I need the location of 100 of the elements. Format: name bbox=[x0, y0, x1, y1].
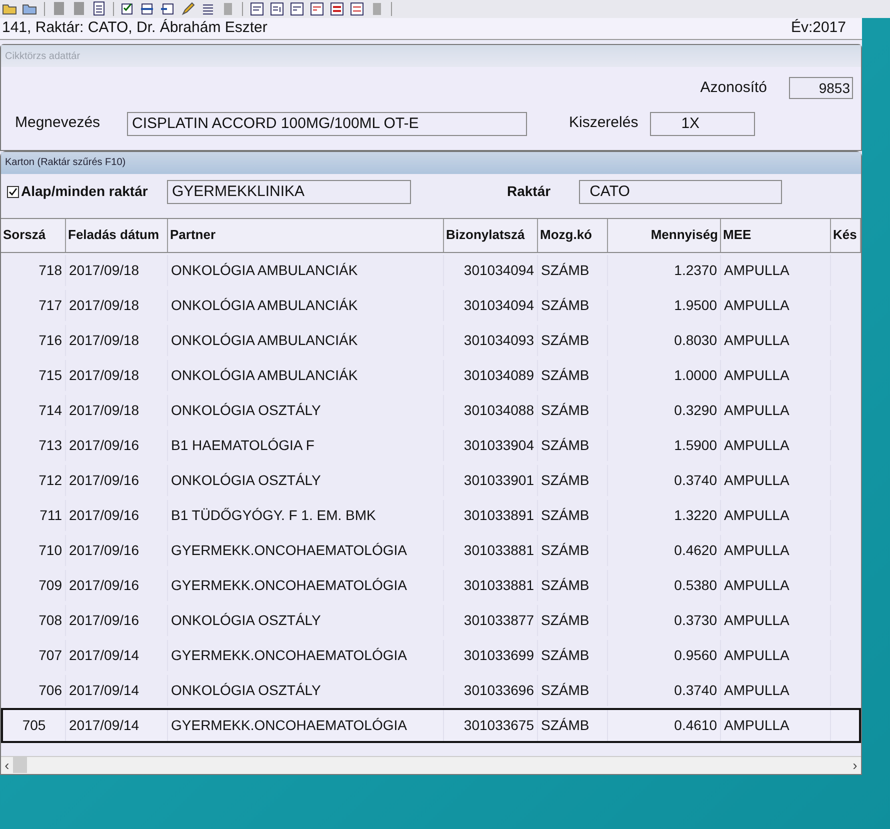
id-field[interactable]: 9853 bbox=[789, 77, 853, 100]
store-group-field[interactable]: GYERMEKKLINIKA bbox=[167, 180, 411, 204]
table-cell-text: 301033881 bbox=[464, 540, 534, 560]
table-row[interactable]: 706 2017/09/14 ONKOLÓGIA OSZTÁLY 301033696 SZÁMB 0.3740 AMPULLA bbox=[1, 672, 861, 708]
table-row[interactable]: 716 2017/09/18 ONKOLÓGIA AMBULANCIÁK 301034093 SZÁMB 0.8030 AMPULLA bbox=[1, 322, 861, 358]
table-cell-text: ONKOLÓGIA AMBULANCIÁK bbox=[171, 296, 358, 314]
table-cell-text: 2017/09/16 bbox=[69, 610, 140, 630]
table-row[interactable]: 712 2017/09/16 ONKOLÓGIA OSZTÁLY 301033901 SZÁMB 0.3740 AMPULLA bbox=[1, 462, 861, 498]
table-cell-text: 711 bbox=[40, 506, 62, 524]
table-cell-text: 0.8030 bbox=[674, 330, 717, 350]
list-icon[interactable] bbox=[91, 1, 107, 17]
year-label: Év:2017 bbox=[790, 18, 846, 38]
scroll-left-arrow[interactable]: ‹ bbox=[1, 754, 13, 776]
table-row[interactable]: 707 2017/09/14 GYERMEKK.ONCOHAEMATOLÓGIA 301033699 SZÁMB 0.9560 AMPULLA bbox=[1, 638, 861, 672]
pack-field[interactable]: 1X bbox=[650, 112, 756, 136]
table-cell-text: AMPULLA bbox=[724, 680, 790, 700]
table-cell-text: 0.3730 bbox=[674, 610, 717, 630]
table-row[interactable]: 715 2017/09/18 ONKOLÓGIA AMBULANCIÁK 301034089 SZÁMB 1.0000 AMPULLA bbox=[1, 358, 861, 392]
table-cell-text: 712 bbox=[38, 470, 62, 490]
list-icon[interactable] bbox=[289, 1, 305, 17]
table-cell-text: SZÁMB bbox=[541, 330, 590, 350]
table-row[interactable]: 709 2017/09/16 GYERMEKK.ONCOHAEMATOLÓGIA 301033881 SZÁMB 0.5380 AMPULLA bbox=[1, 568, 861, 602]
table-cell-text: 717 bbox=[38, 296, 62, 314]
table-cell-text: SZÁMB bbox=[541, 540, 590, 560]
table-cell-text: 706 bbox=[38, 680, 62, 700]
name-field[interactable]: CISPLATIN ACCORD 100MG/100ML OT-E bbox=[127, 112, 527, 136]
table-cell-text: 708 bbox=[38, 610, 62, 630]
table-cell-text: 301033904 bbox=[464, 436, 534, 454]
table-cell-text: 2017/09/18 bbox=[69, 400, 140, 420]
table-cell-text: AMPULLA bbox=[724, 576, 790, 594]
table-row[interactable]: 711 2017/09/16 B1 TÜDŐGYÓGY. F 1. EM. BMK 301033891 SZÁMB 1.3220 AMPULLA bbox=[1, 498, 861, 532]
table-row[interactable]: 710 2017/09/16 GYERMEKK.ONCOHAEMATOLÓGIA 301033881 SZÁMB 0.4620 AMPULLA bbox=[1, 532, 861, 568]
table-cell-text: 301034094 bbox=[464, 296, 534, 314]
field-label: Kiszerelés bbox=[569, 113, 638, 134]
column-header[interactable]: Partner bbox=[168, 218, 444, 252]
table-cell-text: 0.4620 bbox=[674, 540, 717, 560]
list-icon[interactable] bbox=[249, 1, 265, 17]
table-cell-text: 716 bbox=[38, 330, 62, 350]
table-cell-text: 301033891 bbox=[464, 506, 534, 524]
table-cell-text: SZÁMB bbox=[541, 400, 590, 420]
table-cell-text: 2017/09/16 bbox=[69, 506, 140, 524]
table-cell-text: AMPULLA bbox=[724, 540, 790, 560]
table-cell-text: 301033696 bbox=[464, 680, 534, 700]
table-cell-text: SZÁMB bbox=[541, 506, 590, 524]
table-cell-text: 301034093 bbox=[464, 330, 534, 350]
table-row[interactable]: 714 2017/09/18 ONKOLÓGIA OSZTÁLY 301034088 SZÁMB 0.3290 AMPULLA bbox=[1, 392, 861, 428]
table-cell-text: ONKOLÓGIA OSZTÁLY bbox=[171, 610, 321, 630]
table-cell-text: 2017/09/16 bbox=[69, 436, 140, 454]
table-cell-text: ONKOLÓGIA OSZTÁLY bbox=[171, 400, 321, 420]
table-cell-text: 301033699 bbox=[464, 646, 534, 664]
store-field[interactable]: CATO bbox=[578, 180, 782, 204]
table-cell-text: ONKOLÓGIA AMBULANCIÁK bbox=[171, 330, 358, 350]
table-cell-text: 2017/09/18 bbox=[69, 296, 140, 314]
column-header[interactable]: Bizonylatszá bbox=[444, 218, 538, 252]
list-icon[interactable] bbox=[329, 1, 345, 17]
list-icon[interactable] bbox=[269, 1, 285, 17]
table-cell-text: SZÁMB bbox=[541, 716, 590, 734]
field-label: Azonosító bbox=[700, 78, 767, 98]
table-row[interactable]: 713 2017/09/16 B1 HAEMATOLÓGIA F 301033904 SZÁMB 1.5900 AMPULLA bbox=[1, 428, 861, 462]
table-cell-text: GYERMEKK.ONCOHAEMATOLÓGIA bbox=[171, 540, 407, 560]
column-header[interactable]: MEE bbox=[721, 218, 831, 252]
table-cell-text: SZÁMB bbox=[541, 610, 590, 630]
scrollbar-thumb[interactable] bbox=[13, 757, 27, 773]
table-cell-text: SZÁMB bbox=[541, 646, 590, 664]
table-cell-text: B1 HAEMATOLÓGIA F bbox=[171, 436, 314, 454]
table-row[interactable]: 708 2017/09/16 ONKOLÓGIA OSZTÁLY 301033877 SZÁMB 0.3730 AMPULLA bbox=[1, 602, 861, 638]
column-header[interactable]: Mozg.kó bbox=[538, 218, 608, 252]
table-cell-text: 710 bbox=[38, 540, 62, 560]
selected-row[interactable]: 705 2017/09/14 GYERMEKK.ONCOHAEMATOLÓGIA 301033675 SZÁMB 0.4610 AMPULLA bbox=[1, 708, 861, 742]
scroll-right-arrow[interactable]: › bbox=[849, 754, 861, 776]
column-header[interactable]: Kés bbox=[831, 218, 861, 252]
table-cell-text: GYERMEKK.ONCOHAEMATOLÓGIA bbox=[171, 716, 407, 734]
table-cell-text: 2017/09/18 bbox=[69, 260, 140, 280]
table-cell-text: SZÁMB bbox=[541, 436, 590, 454]
table-cell-text: 1.5900 bbox=[674, 436, 717, 454]
table-cell-text: 1.3220 bbox=[674, 506, 717, 524]
table-cell-text: 301033901 bbox=[464, 470, 534, 490]
table-cell-text: ONKOLÓGIA OSZTÁLY bbox=[171, 470, 321, 490]
table-cell-text: 301033881 bbox=[464, 576, 534, 594]
table-cell-text: 2017/09/16 bbox=[69, 576, 140, 594]
table-cell-text: AMPULLA bbox=[724, 296, 790, 314]
table-row[interactable]: 718 2017/09/18 ONKOLÓGIA AMBULANCIÁK 301034094 SZÁMB 1.2370 AMPULLA bbox=[1, 252, 861, 288]
store-checkbox[interactable]: Alap/minden raktár bbox=[7, 181, 167, 202]
table-cell-text: AMPULLA bbox=[724, 716, 790, 734]
table-cell-text: AMPULLA bbox=[724, 330, 790, 350]
table-cell-text: 2017/09/14 bbox=[69, 716, 140, 734]
column-header[interactable]: Sorszá bbox=[1, 218, 66, 252]
table-cell-text: 1.0000 bbox=[674, 366, 717, 384]
table-row[interactable]: 717 2017/09/18 ONKOLÓGIA AMBULANCIÁK 301034094 SZÁMB 1.9500 AMPULLA bbox=[1, 288, 861, 322]
table-cell-text: AMPULLA bbox=[724, 506, 790, 524]
checkbox-tick[interactable] bbox=[7, 186, 19, 198]
table-cell-text: 2017/09/16 bbox=[69, 540, 140, 560]
table-cell-text: ONKOLÓGIA AMBULANCIÁK bbox=[171, 260, 358, 280]
list-icon[interactable] bbox=[349, 1, 365, 17]
table-cell-text: AMPULLA bbox=[724, 400, 790, 420]
column-header[interactable]: Feladás dátum bbox=[66, 218, 168, 252]
horizontal-scrollbar[interactable]: ‹ › bbox=[1, 756, 861, 774]
list-icon[interactable] bbox=[309, 1, 325, 17]
table-cell-text: 0.3290 bbox=[674, 400, 717, 420]
table-cell-text: 0.5380 bbox=[674, 576, 717, 594]
